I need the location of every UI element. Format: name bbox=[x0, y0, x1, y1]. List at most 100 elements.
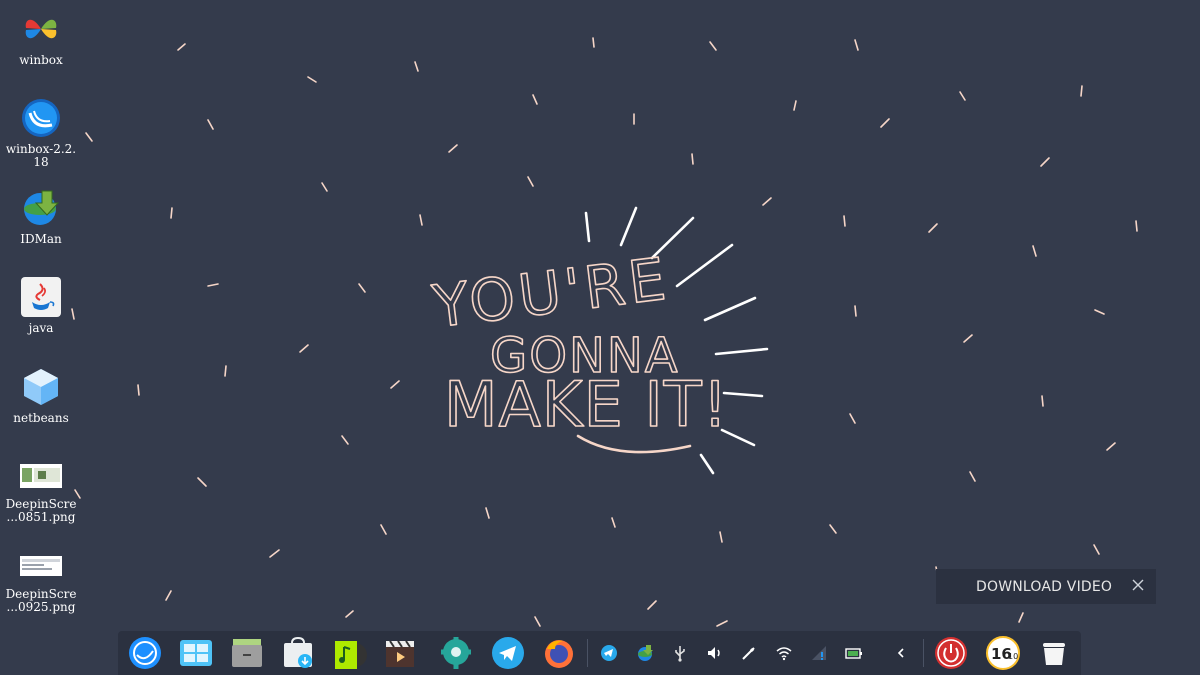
clock[interactable]: 16 10 bbox=[985, 635, 1021, 671]
wallpaper-dash bbox=[358, 283, 366, 293]
wallpaper-dash bbox=[419, 214, 423, 226]
wallpaper-dash bbox=[592, 37, 595, 48]
desktop-icon-idman[interactable]: IDMan bbox=[0, 187, 82, 246]
wallpaper-dash bbox=[485, 507, 490, 519]
close-icon[interactable] bbox=[1129, 576, 1147, 594]
wallpaper-dash bbox=[854, 39, 859, 51]
wallpaper-dash bbox=[380, 524, 387, 535]
launcher-icon[interactable] bbox=[127, 635, 163, 671]
winbox-icon bbox=[20, 8, 62, 50]
wallpaper-dash bbox=[928, 223, 938, 233]
wallpaper-dash bbox=[414, 61, 419, 72]
wallpaper-dash bbox=[1032, 245, 1037, 257]
file-manager-icon[interactable] bbox=[229, 635, 265, 671]
wallpaper-lettering: YOU'RE GONNA MAKE IT! bbox=[428, 244, 728, 454]
java-icon bbox=[20, 276, 62, 318]
wallpaper-dash bbox=[719, 531, 723, 543]
wallpaper-ray bbox=[675, 243, 734, 288]
telegram-icon[interactable] bbox=[490, 635, 526, 671]
wallpaper-dash bbox=[207, 283, 219, 287]
desktop-icon-winbox[interactable]: winbox bbox=[0, 8, 82, 67]
screenshot-thumbnail-icon bbox=[20, 552, 62, 584]
wallpaper-dash bbox=[341, 435, 349, 445]
wallpaper-dash bbox=[177, 43, 186, 51]
wallpaper-ray bbox=[584, 211, 591, 243]
wallpaper-dash bbox=[307, 76, 317, 83]
wallpaper-dash bbox=[647, 600, 657, 610]
telegram-tray-icon[interactable] bbox=[599, 643, 619, 663]
network-icon[interactable] bbox=[809, 643, 829, 663]
desktop-icon-label: winbox bbox=[19, 53, 63, 67]
wallpaper-dash bbox=[224, 365, 227, 377]
wallpaper-dash bbox=[849, 413, 856, 424]
dock-separator bbox=[923, 639, 924, 667]
download-video-notification[interactable]: DOWNLOAD VIDEO bbox=[936, 569, 1156, 604]
dock: 16 10 bbox=[118, 631, 1081, 675]
wallpaper-dash bbox=[1093, 544, 1100, 555]
wallpaper-dash bbox=[137, 384, 140, 396]
wifi-icon[interactable] bbox=[774, 643, 794, 663]
volume-icon[interactable] bbox=[705, 643, 725, 663]
wallpaper-dash bbox=[1080, 85, 1083, 97]
wallpaper-dash bbox=[170, 207, 173, 219]
wallpaper-dash bbox=[165, 590, 172, 601]
desktop-icon-java[interactable]: java bbox=[0, 276, 82, 335]
desktop-icon-label: winbox-2.2. 18 bbox=[5, 142, 77, 169]
desktop-icon-screenshot-0925[interactable]: DeepinScre ...0925.png bbox=[0, 552, 82, 614]
wallpaper-ray bbox=[619, 206, 638, 247]
desktop-icon-label: netbeans bbox=[13, 411, 69, 425]
wallpaper-dash bbox=[793, 100, 797, 111]
usb-icon[interactable] bbox=[670, 643, 690, 663]
desktop-icon-label: java bbox=[28, 321, 54, 335]
trash-icon[interactable] bbox=[1036, 635, 1072, 671]
control-center-icon[interactable] bbox=[438, 635, 474, 671]
music-icon[interactable] bbox=[331, 635, 367, 671]
wallpaper-dash bbox=[880, 118, 890, 128]
movie-icon[interactable] bbox=[382, 635, 418, 671]
desktop-icon-label: IDMan bbox=[20, 232, 62, 246]
dock-separator bbox=[587, 639, 588, 667]
wallpaper-dash bbox=[1106, 442, 1116, 451]
wallpaper-dash bbox=[207, 119, 214, 130]
firefox-icon[interactable] bbox=[541, 635, 577, 671]
multitasking-view-icon[interactable] bbox=[178, 635, 214, 671]
wallpaper-dash bbox=[534, 616, 541, 627]
wallpaper-dash bbox=[197, 477, 207, 487]
wallpaper-ray bbox=[722, 391, 764, 398]
wallpaper-line-3: MAKE IT! bbox=[444, 368, 728, 441]
wallpaper-dash bbox=[1018, 612, 1024, 623]
wallpaper-dash bbox=[959, 91, 966, 101]
app-store-icon[interactable] bbox=[280, 635, 316, 671]
notification-text: DOWNLOAD VIDEO bbox=[976, 579, 1113, 595]
desktop-icon-screenshot-0851[interactable]: DeepinScre ...0851.png bbox=[0, 462, 82, 524]
wallpaper-dash bbox=[269, 549, 280, 558]
wallpaper-ray bbox=[703, 296, 757, 322]
wallpaper-dash bbox=[709, 41, 717, 51]
idm-tray-icon[interactable] bbox=[635, 643, 655, 663]
desktop-icon-label: DeepinScre ...0851.png bbox=[5, 497, 77, 524]
wallpaper-line-1: YOU'RE bbox=[428, 244, 673, 341]
wallpaper-ray bbox=[714, 347, 769, 356]
wallpaper-dash bbox=[611, 517, 616, 528]
wallpaper-dash bbox=[829, 524, 837, 534]
screenshot-thumbnail-icon bbox=[20, 462, 62, 494]
wallpaper-dash bbox=[969, 471, 976, 482]
wallpaper-ray bbox=[699, 453, 715, 475]
clock-minutes: 10 bbox=[1008, 652, 1018, 661]
battery-icon[interactable] bbox=[844, 643, 864, 663]
wallpaper-dash bbox=[345, 610, 354, 618]
power-icon[interactable] bbox=[933, 635, 969, 671]
wallpaper-dash bbox=[527, 176, 534, 187]
wallpaper-dash bbox=[1135, 220, 1138, 232]
wallpaper-dash bbox=[691, 153, 694, 165]
wallpaper-dash bbox=[1094, 309, 1105, 315]
wallpaper-dash bbox=[1041, 395, 1044, 407]
desktop-icon-netbeans[interactable]: netbeans bbox=[0, 366, 82, 425]
idman-icon bbox=[20, 187, 62, 229]
collapse-arrow-icon[interactable] bbox=[891, 643, 911, 663]
wallpaper-dash bbox=[532, 94, 538, 105]
pen-icon[interactable] bbox=[739, 643, 759, 663]
wallpaper-dash bbox=[854, 305, 857, 317]
wallpaper-dash bbox=[85, 132, 93, 142]
desktop-icon-winbox-2[interactable]: winbox-2.2. 18 bbox=[0, 97, 82, 169]
